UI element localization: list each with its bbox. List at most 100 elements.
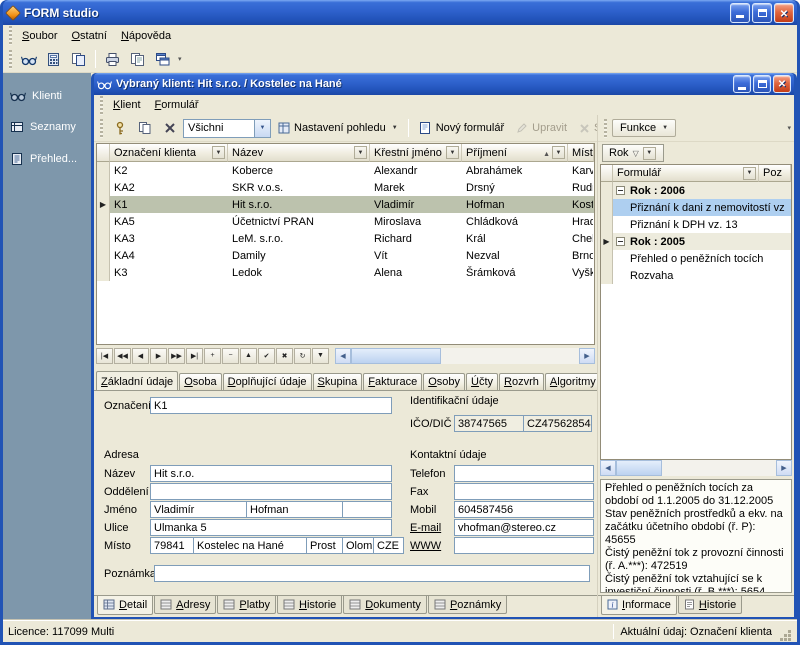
client-row[interactable]: KA3LeM. s.r.o.RichardKrálCheb bbox=[97, 230, 594, 247]
form-row-selected[interactable]: Přiznání k dani z nemovitostí vz bbox=[601, 199, 791, 216]
clear-filter-icon[interactable] bbox=[158, 117, 181, 139]
client-row[interactable]: KA5Účetnictví PRANMiroslavaChládkováHrad bbox=[97, 213, 594, 230]
column-filter-icon[interactable] bbox=[743, 167, 756, 180]
functions-toolbar-grip[interactable] bbox=[604, 119, 607, 138]
form-row[interactable]: Přehled o peněžních tocích bbox=[601, 250, 791, 267]
column-header-poznamka[interactable]: Poz bbox=[759, 165, 791, 182]
nav-next-button[interactable]: ▶ bbox=[150, 348, 167, 364]
nav-prior-page-button[interactable]: ◀◀ bbox=[114, 348, 131, 364]
menu-klient[interactable]: Klient bbox=[106, 97, 148, 113]
client-titlebar[interactable]: Vybraný klient: Hit s.r.o. / Kostelec na… bbox=[94, 73, 794, 95]
clients-glasses-icon[interactable] bbox=[17, 48, 40, 70]
client-row[interactable]: KA2SKR v.o.s.MarekDrsnýRudn bbox=[97, 179, 594, 196]
tab-skupina[interactable]: Skupina bbox=[313, 373, 363, 390]
client-filter-combobox[interactable]: Všichni bbox=[183, 119, 271, 138]
tab-historie[interactable]: Historie bbox=[277, 596, 342, 614]
scroll-left-icon[interactable]: ◀ bbox=[600, 460, 616, 476]
okres-input[interactable]: Prost bbox=[306, 537, 343, 554]
scrollbar-thumb[interactable] bbox=[351, 348, 441, 364]
column-filter-icon[interactable] bbox=[212, 146, 225, 159]
new-form-button[interactable]: Nový formulář bbox=[414, 119, 509, 137]
misto-input[interactable]: Kostelec na Hané bbox=[193, 537, 307, 554]
column-header-misto[interactable]: Místo bbox=[568, 144, 594, 162]
psc-input[interactable]: 79841 bbox=[150, 537, 194, 554]
tab-adresy[interactable]: Adresy bbox=[154, 596, 216, 614]
column-header-formular[interactable]: Formulář bbox=[613, 165, 759, 182]
tab-zakladni-udaje[interactable]: Základní údaje bbox=[96, 371, 178, 390]
tab-rozvrh[interactable]: Rozvrh bbox=[499, 373, 544, 390]
forms-icon[interactable] bbox=[67, 48, 90, 70]
client-menubar-grip[interactable] bbox=[100, 96, 103, 115]
tab-algoritmy[interactable]: Algoritmy bbox=[545, 373, 597, 390]
nazev-input[interactable]: Hit s.r.o. bbox=[150, 465, 392, 482]
nav-refresh-button[interactable]: ↻ bbox=[294, 348, 311, 364]
menu-ostatni[interactable]: Ostatní bbox=[64, 28, 113, 44]
tab-dokumenty[interactable]: Dokumenty bbox=[343, 596, 427, 614]
windows-icon[interactable] bbox=[151, 48, 174, 70]
nav-post-button[interactable]: ✔ bbox=[258, 348, 275, 364]
tab-ucty[interactable]: Účty bbox=[466, 373, 498, 390]
forms-horizontal-scrollbar[interactable]: ◀ ▶ bbox=[600, 460, 792, 476]
functions-toolbar-overflow-icon[interactable]: ▾ bbox=[787, 124, 791, 132]
column-filter-icon[interactable] bbox=[446, 146, 459, 159]
client-row[interactable]: KA4DamilyVítNezvalBrno bbox=[97, 247, 594, 264]
column-header-nazev[interactable]: Název bbox=[228, 144, 370, 162]
main-titlebar[interactable]: FORM studio bbox=[3, 0, 797, 25]
delete-button[interactable]: Smazat bbox=[574, 120, 597, 136]
oznaceni-input[interactable]: K1 bbox=[150, 397, 392, 414]
tab-osoby[interactable]: Osoby bbox=[423, 373, 465, 390]
tab-historie-forms[interactable]: Historie bbox=[678, 596, 742, 614]
menu-formular[interactable]: Formulář bbox=[148, 97, 206, 113]
nav-prior-button[interactable]: ◀ bbox=[132, 348, 149, 364]
scroll-left-icon[interactable]: ◀ bbox=[335, 348, 351, 364]
nav-delete-button[interactable]: − bbox=[222, 348, 239, 364]
tab-poznamky[interactable]: Poznámky bbox=[428, 596, 507, 614]
menu-soubor[interactable]: Soubor bbox=[15, 28, 64, 44]
email-input[interactable]: vhofman@stereo.cz bbox=[454, 519, 594, 536]
tab-platby[interactable]: Platby bbox=[217, 596, 276, 614]
client-maximize-button[interactable] bbox=[753, 75, 771, 93]
tab-fakturace[interactable]: Fakturace bbox=[363, 373, 422, 390]
group-by-rok[interactable]: Rok bbox=[602, 144, 664, 162]
column-header-oznaceni-klienta[interactable]: Označení klienta bbox=[110, 144, 228, 162]
print-icon[interactable] bbox=[101, 48, 124, 70]
edit-button[interactable]: Upravit bbox=[511, 120, 572, 136]
nav-next-page-button[interactable]: ▶▶ bbox=[168, 348, 185, 364]
grid-horizontal-scrollbar[interactable]: ◀ ▶ bbox=[335, 348, 595, 364]
column-header-prijmeni[interactable]: Příjmení bbox=[462, 144, 568, 162]
nav-filter-button[interactable]: ▼ bbox=[312, 348, 329, 364]
mobil-input[interactable]: 604587456 bbox=[454, 501, 594, 518]
collapse-icon[interactable] bbox=[616, 237, 625, 246]
form-row[interactable]: Přiznání k DPH vz. 13 bbox=[601, 216, 791, 233]
www-input[interactable] bbox=[454, 537, 594, 554]
client-minimize-button[interactable] bbox=[733, 75, 751, 93]
form-group-row[interactable]: Rok : 2006 bbox=[601, 182, 791, 199]
nav-first-button[interactable]: |◀ bbox=[96, 348, 113, 364]
oddeleni-input[interactable] bbox=[150, 483, 392, 500]
copy-client-icon[interactable] bbox=[133, 117, 156, 139]
label-www-link[interactable]: WWW bbox=[410, 540, 454, 552]
fax-input[interactable] bbox=[454, 483, 594, 500]
scroll-right-icon[interactable]: ▶ bbox=[776, 460, 792, 476]
tab-doplnujici-udaje[interactable]: Doplňující údaje bbox=[223, 373, 312, 390]
tab-informace[interactable]: iInformace bbox=[601, 595, 677, 615]
ico-input[interactable]: 38747565 bbox=[454, 415, 524, 432]
resize-grip[interactable] bbox=[778, 628, 792, 642]
form-row[interactable]: Rozvaha bbox=[601, 267, 791, 284]
kraj-input[interactable]: Olom bbox=[342, 537, 374, 554]
sidebar-item-prehled[interactable]: Přehled... bbox=[3, 152, 91, 166]
client-row[interactable]: K2KoberceAlexandrAbrahámekKarv bbox=[97, 162, 594, 179]
jmeno-input[interactable]: Vladimír bbox=[150, 501, 247, 518]
client-row[interactable]: K3LedokAlenaŠrámkováVyšk bbox=[97, 264, 594, 281]
prijmeni-input[interactable]: Hofman bbox=[246, 501, 343, 518]
view-settings-button[interactable]: Nastavení pohledu ▼ bbox=[273, 120, 403, 136]
minimize-button[interactable] bbox=[730, 3, 750, 23]
close-button[interactable] bbox=[774, 3, 794, 23]
nav-last-button[interactable]: ▶| bbox=[186, 348, 203, 364]
nav-cancel-button[interactable]: ✖ bbox=[276, 348, 293, 364]
collapse-icon[interactable] bbox=[616, 186, 625, 195]
column-filter-icon[interactable] bbox=[354, 146, 367, 159]
dic-input[interactable]: CZ475628542 bbox=[523, 415, 592, 432]
toolbar-overflow-icon[interactable]: ▾ bbox=[178, 55, 182, 63]
functions-button[interactable]: Funkce ▼ bbox=[612, 119, 676, 137]
